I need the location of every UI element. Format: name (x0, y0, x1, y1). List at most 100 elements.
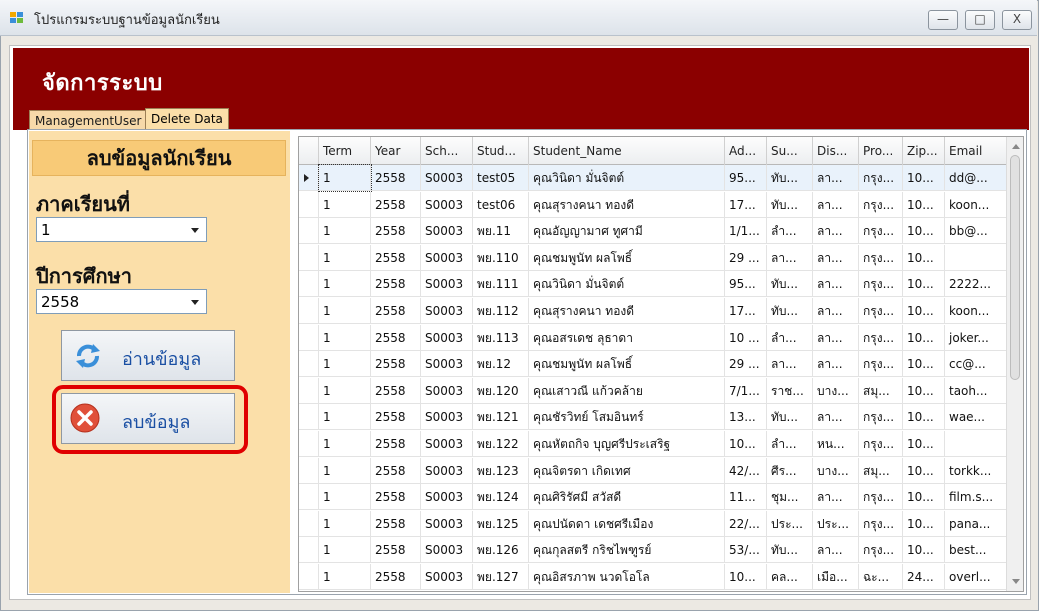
table-cell[interactable]: คุณชมพูนัท ผลโพธิ์ (529, 244, 725, 271)
table-cell[interactable]: 29 ... (725, 351, 767, 378)
row-header[interactable] (299, 298, 319, 324)
table-cell[interactable]: ราช... (767, 377, 813, 404)
table-cell[interactable]: 22/... (725, 510, 767, 537)
table-cell[interactable]: พย.124 (473, 484, 529, 511)
table-cell[interactable]: 10... (903, 537, 945, 564)
table-cell[interactable]: คุณเสาวณี แก้วคล้าย (529, 377, 725, 404)
table-cell[interactable]: 1 (319, 537, 371, 564)
table-cell[interactable]: ประ... (813, 510, 859, 537)
table-cell[interactable]: pana... (945, 510, 1007, 537)
table-cell[interactable]: ลา... (813, 165, 859, 191)
table-cell[interactable]: 10... (903, 324, 945, 351)
table-cell[interactable]: คุณหัตถกิจ บุญศรีประเสริฐ (529, 431, 725, 457)
table-cell[interactable]: คุณปนัดดา เดชศรีเมือง (529, 510, 725, 537)
table-cell[interactable]: ลา... (813, 244, 859, 271)
table-cell[interactable]: คุณจิตรดา เกิดเทศ (529, 457, 725, 484)
table-cell[interactable]: กรุง... (859, 351, 903, 378)
title-bar[interactable]: โปรแกรมระบบฐานข้อมูลนักเรียน — □ X (0, 0, 1037, 36)
table-row[interactable]: 1 2558 S0003 พย.124 คุณศิริรัศมี สวัสดี 11...… (299, 484, 1007, 511)
table-cell[interactable]: 10... (903, 377, 945, 404)
table-cell[interactable]: พย.125 (473, 510, 529, 537)
table-cell[interactable]: 1 (319, 271, 371, 298)
table-cell[interactable]: คุณอัญญามาศ ทูศามี (529, 218, 725, 245)
table-cell[interactable]: 10... (903, 484, 945, 511)
row-header[interactable] (299, 377, 319, 404)
table-cell[interactable]: 10... (903, 165, 945, 191)
row-header[interactable] (299, 165, 319, 191)
table-cell[interactable]: ลา... (767, 244, 813, 271)
table-cell[interactable]: ลา... (767, 351, 813, 378)
read-data-button[interactable]: อ่านข้อมูล (61, 330, 235, 381)
column-header[interactable]: Term (319, 137, 371, 165)
table-cell[interactable]: 10... (903, 404, 945, 431)
table-cell[interactable]: 2558 (371, 244, 421, 271)
table-cell[interactable]: 10... (903, 431, 945, 457)
table-cell[interactable]: ทับ... (767, 165, 813, 191)
tab-delete-data[interactable]: Delete Data (145, 108, 229, 129)
table-cell[interactable]: 1 (319, 457, 371, 484)
table-cell[interactable]: 1 (319, 564, 371, 590)
table-cell[interactable]: ศีร... (767, 457, 813, 484)
table-cell[interactable]: ลา... (813, 484, 859, 511)
table-cell[interactable]: กรุง... (859, 484, 903, 511)
row-header[interactable] (299, 564, 319, 590)
table-cell[interactable]: 2558 (371, 537, 421, 564)
table-row[interactable]: 1 2558 S0003 test06 คุณสุรางคนา ทองดี 17... ทั… (299, 191, 1007, 218)
table-cell[interactable]: 2558 (371, 484, 421, 511)
row-header[interactable] (299, 191, 319, 218)
scroll-up-icon[interactable] (1012, 144, 1020, 149)
table-row[interactable]: 1 2558 S0003 พย.121 คุณชัรวิทย์ โสมอินทร์ 13.… (299, 404, 1007, 431)
column-header[interactable]: Su... (767, 137, 813, 165)
table-cell[interactable]: S0003 (421, 351, 473, 378)
table-cell[interactable]: 10... (903, 271, 945, 298)
table-cell[interactable]: ลำ... (767, 218, 813, 245)
table-cell[interactable]: S0003 (421, 165, 473, 191)
table-cell[interactable]: 2222... (945, 271, 1007, 298)
table-row[interactable]: 1 2558 S0003 พย.113 คุณอสรเดช ลุธาดา 10 ... ลำ… (299, 324, 1007, 351)
table-cell[interactable]: 17... (725, 298, 767, 324)
table-row[interactable]: 1 2558 S0003 พย.122 คุณหัตถกิจ บุญศรีประเสริ… (299, 431, 1007, 457)
table-cell[interactable]: สมุ... (859, 457, 903, 484)
table-cell[interactable]: ทับ... (767, 537, 813, 564)
table-cell[interactable]: 1 (319, 324, 371, 351)
table-cell[interactable] (945, 244, 1007, 271)
table-cell[interactable]: เมือ... (813, 564, 859, 590)
table-cell[interactable]: film.s... (945, 484, 1007, 511)
table-row[interactable]: 1 2558 S0003 พย.126 คุณกุลสตรี กริชไพฑูรย์ 53… (299, 537, 1007, 564)
table-cell[interactable]: 95... (725, 165, 767, 191)
column-header[interactable]: Stud... (473, 137, 529, 165)
term-select[interactable]: 1 (36, 217, 207, 242)
table-cell[interactable]: 1 (319, 404, 371, 431)
table-cell[interactable]: กรุง... (859, 244, 903, 271)
table-cell[interactable]: 95... (725, 271, 767, 298)
table-cell[interactable]: กรุง... (859, 298, 903, 324)
table-cell[interactable]: 10... (903, 457, 945, 484)
table-cell[interactable]: ทับ... (767, 191, 813, 218)
table-cell[interactable]: 2558 (371, 564, 421, 590)
table-row[interactable]: 1 2558 S0003 พย.127 คุณอิสรภาพ นวดโอโล 10... ค… (299, 564, 1007, 590)
table-cell[interactable]: กรุง... (859, 324, 903, 351)
table-cell[interactable]: 2558 (371, 377, 421, 404)
table-cell[interactable]: พย.113 (473, 324, 529, 351)
scroll-down-icon[interactable] (1012, 579, 1020, 584)
table-cell[interactable]: คล... (767, 564, 813, 590)
column-header[interactable]: Year (371, 137, 421, 165)
table-cell[interactable]: bb@... (945, 218, 1007, 245)
table-cell[interactable]: S0003 (421, 298, 473, 324)
row-header[interactable] (299, 510, 319, 537)
table-cell[interactable]: คุณกุลสตรี กริชไพฑูรย์ (529, 537, 725, 564)
table-cell[interactable]: 10... (903, 218, 945, 245)
scroll-thumb[interactable] (1010, 155, 1020, 380)
table-cell[interactable]: คุณชัรวิทย์ โสมอินทร์ (529, 404, 725, 431)
table-cell[interactable]: คุณสุรางคนา ทองดี (529, 191, 725, 218)
table-cell[interactable]: ทับ... (767, 404, 813, 431)
table-cell[interactable]: พย.126 (473, 537, 529, 564)
table-cell[interactable]: คุณสุรางคนา ทองดี (529, 298, 725, 324)
table-cell[interactable]: ประ... (767, 510, 813, 537)
table-cell[interactable]: S0003 (421, 457, 473, 484)
table-cell[interactable]: กรุง... (859, 271, 903, 298)
table-cell[interactable]: taoh... (945, 377, 1007, 404)
table-cell[interactable]: กรุง... (859, 191, 903, 218)
table-cell[interactable]: 1 (319, 244, 371, 271)
row-header[interactable] (299, 457, 319, 484)
